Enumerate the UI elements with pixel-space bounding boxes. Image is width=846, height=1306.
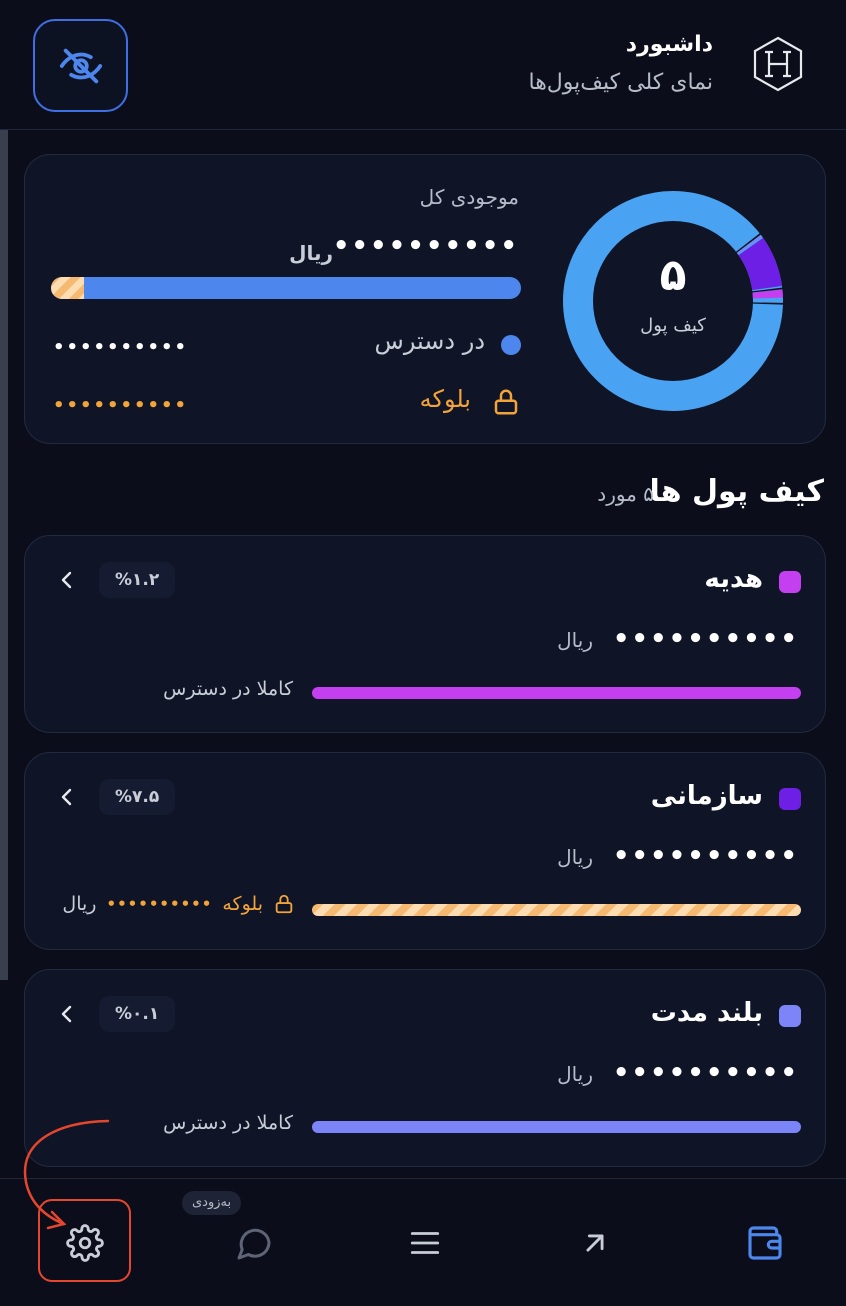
wallets-section-title: کیف پول ها — [649, 474, 824, 509]
available-label: در دسترس — [374, 327, 485, 355]
total-balance-value: •••••••••• — [332, 231, 519, 261]
nav-menu[interactable] — [403, 1221, 447, 1265]
menu-icon — [410, 1232, 440, 1254]
wallet-blocked-label: بلوکه — [222, 893, 263, 915]
blocked-label: بلوکه — [419, 385, 471, 413]
wallet-count-label: کیف پول — [640, 315, 706, 336]
nav-wallet[interactable] — [743, 1221, 787, 1265]
wallet-color-swatch — [779, 571, 801, 593]
wallet-card-long-term[interactable]: بلند مدت %۰.۱ •••••••••• ریال کاملا در د… — [24, 969, 826, 1167]
wallet-blocked-value: •••••••••• — [106, 895, 213, 913]
toggle-visibility-button[interactable] — [33, 19, 128, 112]
nav-transfer[interactable] — [573, 1221, 617, 1265]
wallet-name: سازمانی — [650, 781, 763, 811]
total-balance-currency: ریال — [289, 241, 333, 265]
wallet-balance: •••••••••• — [612, 624, 799, 654]
balance-ratio-bar — [51, 277, 521, 299]
balance-summary-card: ۵ کیف پول موجودی کل •••••••••• ریال در د… — [24, 154, 826, 444]
nav-chat[interactable] — [232, 1221, 276, 1265]
wallet-availability-bar — [312, 687, 801, 699]
available-value: •••••••••• — [53, 337, 189, 358]
wallet-blocked-status: بلوکه •••••••••• ریال — [62, 893, 295, 915]
coming-soon-badge: به‌زودی — [182, 1191, 242, 1215]
arrow-up-right-icon — [586, 1234, 604, 1252]
wallet-currency: ریال — [557, 628, 593, 652]
chevron-left-icon[interactable] — [55, 785, 79, 809]
wallet-icon — [748, 1226, 782, 1260]
wallet-percent-badge: %۱.۲ — [99, 562, 176, 598]
page-title: داشبورد — [625, 32, 713, 57]
total-balance-label: موجودی کل — [419, 185, 519, 209]
wallet-color-swatch — [779, 788, 801, 810]
wallet-currency: ریال — [557, 845, 593, 869]
wallet-blocked-currency: ریال — [62, 893, 97, 915]
wallet-currency: ریال — [557, 1062, 593, 1086]
wallet-availability-bar — [312, 904, 801, 916]
wallet-name: بلند مدت — [650, 998, 763, 1028]
page-subtitle: نمای کلی کیف‌پول‌ها — [528, 70, 713, 95]
lock-icon — [275, 894, 293, 914]
wallet-card-gift[interactable]: هدیه %۱.۲ •••••••••• ریال کاملا در دسترس — [24, 535, 826, 733]
wallet-status: کاملا در دسترس — [163, 678, 293, 700]
wallets-section-count: ۵ مورد — [597, 482, 654, 506]
annotation-highlight-box — [38, 1199, 131, 1282]
blocked-portion — [51, 277, 84, 299]
wallet-balance: •••••••••• — [612, 841, 799, 871]
hexagon-h-logo — [753, 36, 803, 92]
wallet-name: هدیه — [704, 564, 763, 594]
chevron-left-icon[interactable] — [55, 568, 79, 592]
wallet-count: ۵ — [659, 250, 687, 301]
scroll-indicator[interactable] — [0, 130, 8, 980]
app-header: داشبورد نمای کلی کیف‌پول‌ها — [0, 0, 846, 130]
wallet-distribution-donut — [562, 190, 784, 412]
wallet-status: کاملا در دسترس — [163, 1112, 293, 1134]
chat-bubble-icon — [237, 1228, 271, 1260]
wallet-percent-badge: %۰.۱ — [99, 996, 176, 1032]
blocked-value: •••••••••• — [53, 395, 189, 416]
wallet-balance: •••••••••• — [612, 1058, 799, 1088]
chevron-left-icon[interactable] — [55, 1002, 79, 1026]
wallet-percent-badge: %۷.۵ — [99, 779, 176, 815]
lock-icon — [494, 389, 518, 415]
wallet-card-organizational[interactable]: سازمانی %۷.۵ •••••••••• ریال بلوکه •••••… — [24, 752, 826, 950]
available-indicator-dot — [501, 335, 521, 355]
eye-off-icon — [59, 48, 102, 83]
wallet-color-swatch — [779, 1005, 801, 1027]
wallet-availability-bar — [312, 1121, 801, 1133]
